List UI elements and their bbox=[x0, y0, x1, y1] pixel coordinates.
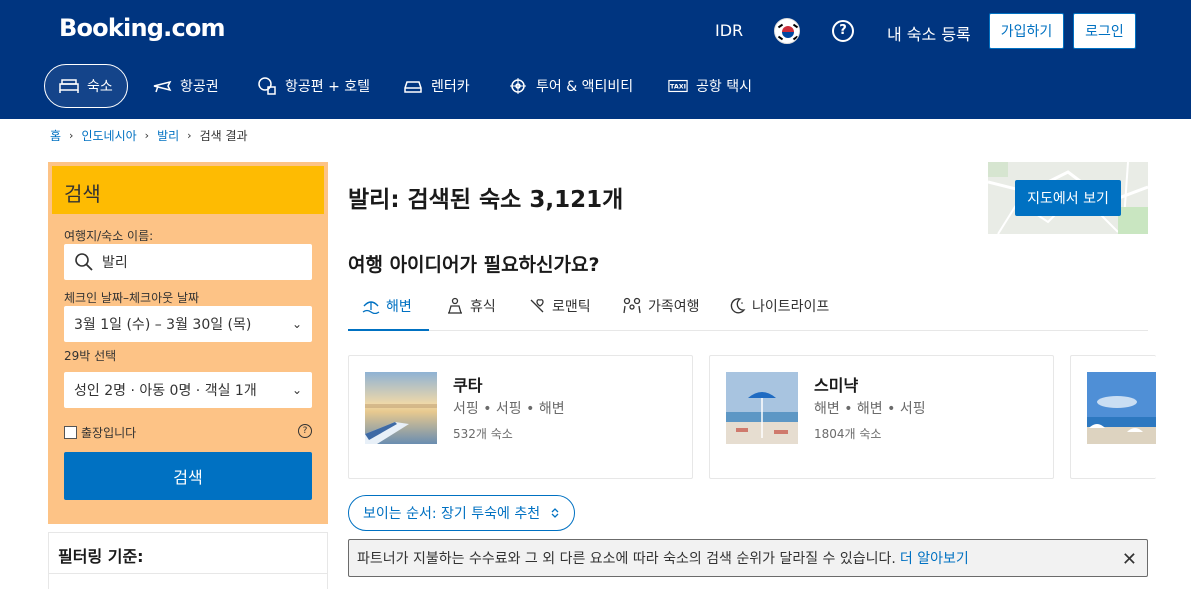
close-icon[interactable]: ✕ bbox=[1122, 549, 1137, 570]
destination-value: 발리 bbox=[102, 255, 128, 271]
beach-icon bbox=[362, 298, 380, 314]
plane-hotel-icon bbox=[257, 76, 277, 96]
tab-nightlife[interactable]: 나이트라이프 bbox=[714, 282, 843, 330]
tab-label: 로맨틱 bbox=[552, 299, 591, 315]
business-trip-checkbox[interactable]: 출장입니다 bbox=[64, 424, 136, 441]
property-count: 1804개 숙소 bbox=[814, 427, 882, 441]
nav-label: 공항 택시 bbox=[696, 79, 752, 95]
tab-label: 가족여행 bbox=[648, 299, 700, 315]
booking-logo[interactable]: Booking.com bbox=[59, 14, 226, 42]
search-button[interactable]: 검색 bbox=[64, 452, 312, 500]
help-icon[interactable]: ? bbox=[832, 20, 854, 42]
language-flag-icon[interactable] bbox=[774, 18, 800, 44]
search-panel: 검색 여행지/숙소 이름: 발리 체크인 날짜–체크아웃 날짜 3월 1일 (수… bbox=[48, 162, 328, 524]
page-title: 발리: 검색된 숙소 3,121개 bbox=[348, 187, 624, 213]
filter-panel: 필터링 기준: bbox=[48, 532, 328, 589]
tab-label: 휴식 bbox=[470, 299, 496, 315]
login-button[interactable]: 로그인 bbox=[1073, 13, 1136, 49]
sort-chevron-icon bbox=[550, 507, 560, 519]
destination-tags: 해변 • 해변 • 서핑 bbox=[814, 401, 926, 417]
destination-label: 여행지/숙소 이름: bbox=[64, 229, 154, 243]
tab-relax[interactable]: 휴식 bbox=[432, 282, 510, 330]
plane-icon bbox=[152, 76, 172, 96]
breadcrumb-country[interactable]: 인도네시아 bbox=[81, 127, 136, 144]
nightlife-icon bbox=[728, 297, 746, 315]
tab-label: 해변 bbox=[386, 298, 412, 315]
guests-value: 성인 2명 · 아동 0명 · 객실 1개 bbox=[74, 383, 257, 399]
register-button[interactable]: 가입하기 bbox=[989, 13, 1064, 49]
nights-label: 29박 선택 bbox=[64, 349, 117, 363]
chevron-down-icon: ⌄ bbox=[291, 383, 302, 397]
checkbox-box[interactable] bbox=[64, 426, 77, 439]
dates-value: 3월 1일 (수) – 3월 30일 (목) bbox=[74, 317, 252, 333]
nav-flight-hotel[interactable]: 항공편 + 호텔 bbox=[243, 64, 384, 108]
destination-card-partial[interactable] bbox=[1070, 355, 1156, 479]
property-count: 532개 숙소 bbox=[453, 427, 513, 441]
attraction-icon bbox=[508, 76, 528, 96]
chevron-right-icon: › bbox=[187, 129, 192, 142]
destination-name: 스미냑 bbox=[814, 376, 859, 395]
dates-selector[interactable]: 3월 1일 (수) – 3월 30일 (목) ⌄ bbox=[64, 306, 312, 342]
nav-label: 숙소 bbox=[87, 79, 113, 95]
tab-beach[interactable]: 해변 bbox=[348, 282, 429, 331]
breadcrumb: 홈 › 인도네시아 › 발리 › 검색 결과 bbox=[50, 127, 248, 144]
filter-title: 필터링 기준: bbox=[58, 547, 144, 566]
top-header: Booking.com IDR ? 내 숙소 등록 가입하기 로그인 숙소 항공… bbox=[0, 0, 1191, 119]
search-title: 검색 bbox=[52, 166, 324, 214]
breadcrumb-region[interactable]: 발리 bbox=[157, 127, 179, 144]
list-property-link[interactable]: 내 숙소 등록 bbox=[887, 21, 971, 45]
sort-dropdown[interactable]: 보이는 순서: 장기 투숙에 추천 bbox=[348, 495, 576, 531]
destination-card-kuta[interactable]: 쿠타 서핑 • 서핑 • 해변 532개 숙소 bbox=[348, 355, 693, 479]
car-icon bbox=[403, 76, 423, 96]
nav-label: 항공권 bbox=[180, 79, 219, 95]
svg-text:TAXI: TAXI bbox=[670, 84, 686, 91]
bed-icon bbox=[59, 76, 79, 96]
destination-name: 쿠타 bbox=[453, 376, 483, 395]
nav-label: 렌터카 bbox=[431, 79, 470, 95]
learn-more-link[interactable]: 더 알아보기 bbox=[900, 548, 969, 568]
tab-label: 나이트라이프 bbox=[752, 299, 830, 315]
guests-selector[interactable]: 성인 2명 · 아동 0명 · 객실 1개 ⌄ bbox=[64, 372, 312, 408]
divider bbox=[49, 573, 327, 574]
breadcrumb-current: 검색 결과 bbox=[199, 129, 248, 143]
currency-selector[interactable]: IDR bbox=[715, 21, 743, 40]
tab-romance[interactable]: 로맨틱 bbox=[514, 282, 605, 330]
notice-text: 파트너가 지불하는 수수료와 그 외 다른 요소에 따라 숙소의 검색 순위가 … bbox=[357, 551, 896, 567]
nav-label: 투어 & 액티비티 bbox=[536, 79, 634, 95]
destination-tags: 서핑 • 서핑 • 해변 bbox=[453, 401, 565, 417]
relax-icon bbox=[446, 297, 464, 315]
chevron-down-icon: ⌄ bbox=[291, 317, 302, 331]
nav-flights[interactable]: 항공권 bbox=[138, 64, 233, 108]
destination-image bbox=[1087, 372, 1156, 444]
trip-ideas-tabs: 해변 휴식 로맨틱 가족여행 나이트라이프 bbox=[348, 282, 1148, 331]
destination-card-seminyak[interactable]: 스미냑 해변 • 해변 • 서핑 1804개 숙소 bbox=[709, 355, 1054, 479]
destination-image bbox=[365, 372, 437, 444]
tab-family[interactable]: 가족여행 bbox=[608, 282, 714, 330]
chevron-right-icon: › bbox=[144, 129, 150, 142]
nav-airport-taxi[interactable]: TAXI 공항 택시 bbox=[654, 64, 766, 108]
family-icon bbox=[622, 297, 642, 315]
ranking-notice: 파트너가 지불하는 수수료와 그 외 다른 요소에 따라 숙소의 검색 순위가 … bbox=[348, 539, 1148, 577]
destination-image bbox=[726, 372, 798, 444]
nav-attractions[interactable]: 투어 & 액티비티 bbox=[494, 64, 647, 108]
nav-car-rental[interactable]: 렌터카 bbox=[389, 64, 484, 108]
search-icon bbox=[74, 252, 94, 272]
nav-label: 항공편 + 호텔 bbox=[285, 79, 371, 95]
show-on-map-button[interactable]: 지도에서 보기 bbox=[1015, 180, 1121, 216]
trip-ideas-title: 여행 아이디어가 필요하신가요? bbox=[348, 254, 600, 276]
romance-icon bbox=[528, 297, 546, 315]
help-icon[interactable]: ? bbox=[298, 424, 312, 438]
taxi-icon: TAXI bbox=[668, 76, 688, 96]
breadcrumb-home[interactable]: 홈 bbox=[50, 127, 61, 144]
destination-input[interactable]: 발리 bbox=[64, 244, 312, 280]
sort-label: 보이는 순서: 장기 투숙에 추천 bbox=[363, 506, 541, 522]
dates-label: 체크인 날짜–체크아웃 날짜 bbox=[64, 291, 200, 305]
business-trip-label: 출장입니다 bbox=[81, 426, 137, 440]
nav-stays[interactable]: 숙소 bbox=[44, 64, 128, 108]
chevron-right-icon: › bbox=[69, 129, 74, 142]
